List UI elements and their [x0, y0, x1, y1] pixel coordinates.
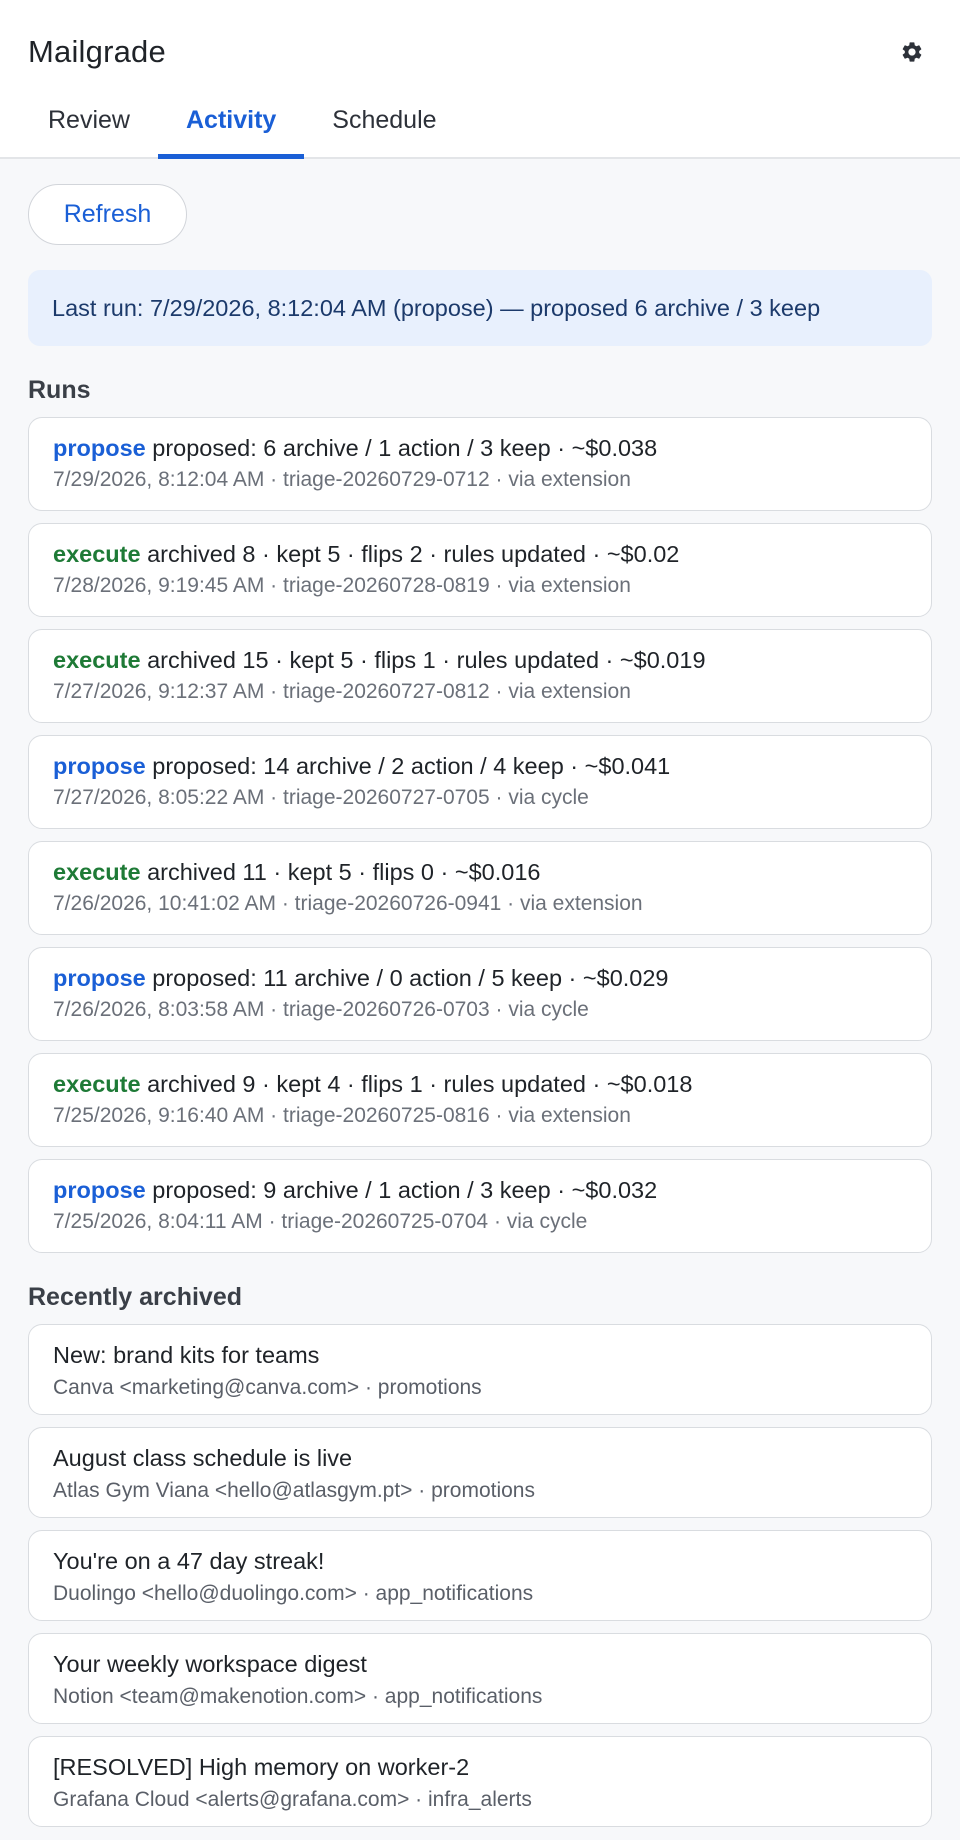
run-summary-line: propose proposed: 14 archive / 2 action … [53, 753, 907, 780]
archived-list: New: brand kits for teams Canva <marketin… [28, 1324, 932, 1827]
archived-meta: Duolingo <hello@duolingo.com> · app_noti… [53, 1582, 534, 1605]
app-title: Mailgrade [28, 34, 166, 69]
tab-label: Schedule [332, 106, 437, 134]
runs-list: propose proposed: 6 archive / 1 action /… [28, 417, 932, 1253]
refresh-button[interactable]: Refresh [28, 184, 187, 245]
run-summary: archived 11 · kept 5 · flips 0 · ~$0.016 [147, 859, 541, 885]
run-summary-line: propose proposed: 9 archive / 1 action /… [53, 1177, 907, 1204]
run-meta: 7/29/2026, 8:12:04 AM · triage-20260729-… [53, 468, 631, 491]
run-mode-badge: propose [53, 1177, 146, 1203]
run-mode-badge: execute [53, 1071, 141, 1097]
run-summary: proposed: 11 archive / 0 action / 5 keep… [152, 965, 669, 991]
archived-subject: New: brand kits for teams [53, 1342, 320, 1368]
run-summary-line: propose proposed: 11 archive / 0 action … [53, 965, 907, 992]
archived-subject: You're on a 47 day streak! [53, 1548, 325, 1574]
settings-button[interactable] [896, 36, 928, 68]
run-mode-badge: propose [53, 753, 146, 779]
archived-item[interactable]: August class schedule is live Atlas Gym V… [28, 1427, 932, 1518]
last-run-text: Last run: 7/29/2026, 8:12:04 AM (propose… [52, 294, 821, 321]
tab-activity[interactable]: Activity [157, 96, 305, 159]
archived-item[interactable]: [RESOLVED] High memory on worker-2 Grafan… [28, 1736, 932, 1827]
run-card: propose proposed: 11 archive / 0 action … [28, 947, 932, 1041]
archived-section-title: Recently archived [28, 1283, 242, 1311]
run-meta: 7/26/2026, 8:03:58 AM · triage-20260726-… [53, 998, 589, 1021]
last-run-banner: Last run: 7/29/2026, 8:12:04 AM (propose… [28, 270, 932, 346]
run-summary: archived 8 · kept 5 · flips 2 · rules up… [147, 541, 680, 567]
activity-panel: Refresh Last run: 7/29/2026, 8:12:04 AM … [0, 184, 960, 1827]
run-mode-badge: propose [53, 965, 146, 991]
archived-meta: Atlas Gym Viana <hello@atlasgym.pt> · pr… [53, 1479, 535, 1502]
run-mode-badge: propose [53, 435, 146, 461]
run-summary: archived 15 · kept 5 · flips 1 · rules u… [147, 647, 706, 673]
archived-meta: Grafana Cloud <alerts@grafana.com> · inf… [53, 1788, 532, 1811]
run-summary-line: execute archived 15 · kept 5 · flips 1 ·… [53, 647, 907, 674]
archived-meta: Canva <marketing@canva.com> · promotions [53, 1376, 482, 1399]
archived-meta: Notion <team@makenotion.com> · app_notif… [53, 1685, 543, 1708]
run-meta: 7/25/2026, 8:04:11 AM · triage-20260725-… [53, 1210, 588, 1233]
run-card: propose proposed: 6 archive / 1 action /… [28, 417, 932, 511]
run-meta: 7/28/2026, 9:19:45 AM · triage-20260728-… [53, 574, 631, 597]
gear-icon [902, 42, 922, 62]
run-summary-line: execute archived 11 · kept 5 · flips 0 ·… [53, 859, 907, 886]
archived-item[interactable]: You're on a 47 day streak! Duolingo <hell… [28, 1530, 932, 1621]
tab-review[interactable]: Review [20, 96, 158, 159]
archived-subject: August class schedule is live [53, 1445, 353, 1471]
run-meta: 7/26/2026, 10:41:02 AM · triage-20260726… [53, 892, 643, 915]
archived-item[interactable]: New: brand kits for teams Canva <marketin… [28, 1324, 932, 1415]
runs-section-title: Runs [28, 376, 91, 404]
run-summary-line: execute archived 8 · kept 5 · flips 2 · … [53, 541, 907, 568]
run-mode-badge: execute [53, 859, 141, 885]
run-summary: proposed: 14 archive / 2 action / 4 keep… [152, 753, 671, 779]
run-card: execute archived 15 · kept 5 · flips 1 ·… [28, 629, 932, 723]
archived-subject: Your weekly workspace digest [53, 1651, 367, 1677]
archived-item[interactable]: Your weekly workspace digest Notion <team… [28, 1633, 932, 1724]
app-root: Mailgrade Review Activity Schedule Refre… [0, 0, 960, 1840]
run-summary-line: execute archived 9 · kept 4 · flips 1 · … [53, 1071, 907, 1098]
app-header: Mailgrade Review Activity Schedule [0, 0, 960, 159]
run-card: propose proposed: 14 archive / 2 action … [28, 735, 932, 829]
archived-subject: [RESOLVED] High memory on worker-2 [53, 1754, 470, 1780]
run-card: propose proposed: 9 archive / 1 action /… [28, 1159, 932, 1253]
run-mode-badge: execute [53, 541, 141, 567]
run-meta: 7/27/2026, 8:05:22 AM · triage-20260727-… [53, 786, 589, 809]
run-card: execute archived 9 · kept 4 · flips 1 · … [28, 1053, 932, 1147]
run-summary-line: propose proposed: 6 archive / 1 action /… [53, 435, 907, 462]
run-meta: 7/25/2026, 9:16:40 AM · triage-20260725-… [53, 1104, 631, 1127]
run-card: execute archived 11 · kept 5 · flips 0 ·… [28, 841, 932, 935]
tab-label: Activity [185, 106, 277, 134]
tab-label: Review [48, 106, 130, 134]
run-summary: proposed: 6 archive / 1 action / 3 keep … [152, 435, 658, 461]
run-summary: archived 9 · kept 4 · flips 1 · rules up… [147, 1071, 693, 1097]
tab-bar: Review Activity Schedule [20, 96, 465, 159]
run-mode-badge: execute [53, 647, 141, 673]
tab-schedule[interactable]: Schedule [304, 96, 464, 159]
run-meta: 7/27/2026, 9:12:37 AM · triage-20260727-… [53, 680, 631, 703]
run-card: execute archived 8 · kept 5 · flips 2 · … [28, 523, 932, 617]
run-summary: proposed: 9 archive / 1 action / 3 keep … [152, 1177, 658, 1203]
